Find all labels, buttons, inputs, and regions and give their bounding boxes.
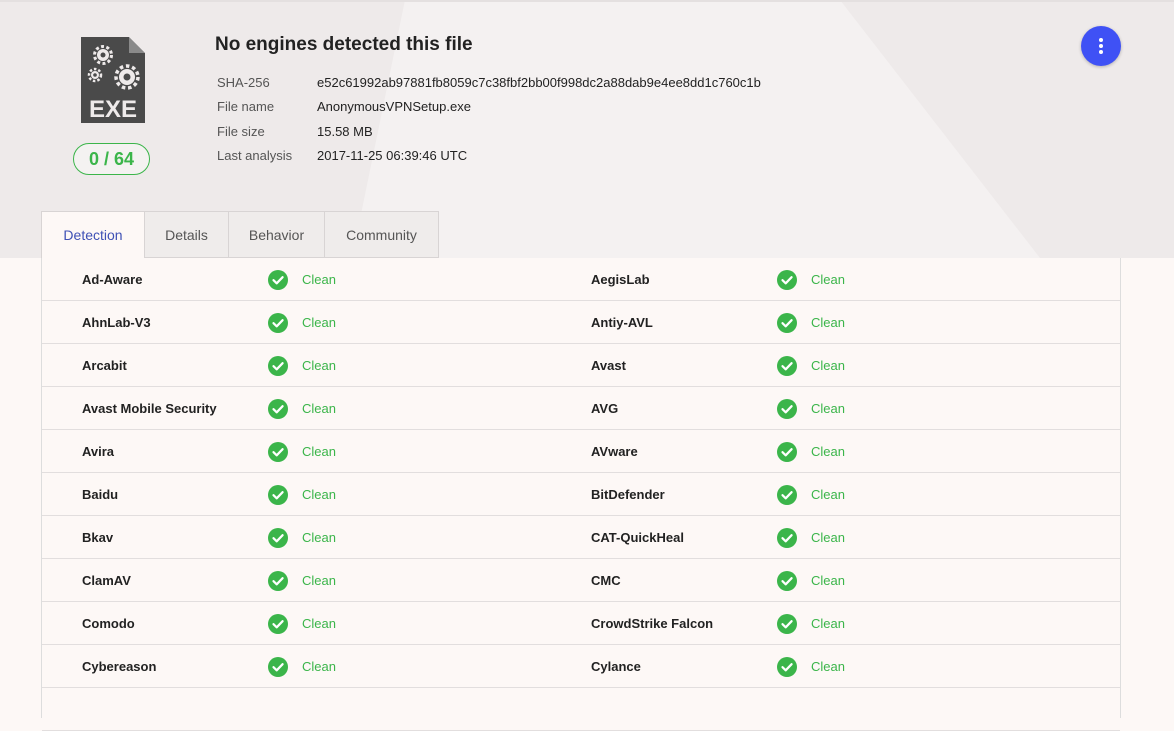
- detection-result: Clean: [811, 401, 845, 416]
- engine-name: Cybereason: [82, 659, 157, 674]
- detection-score-badge: 0 / 64: [73, 143, 150, 175]
- engine-name: Arcabit: [82, 358, 127, 373]
- top-divider: [0, 0, 1174, 2]
- detection-row: Comodo Clean CrowdStrike Falcon Clean: [42, 602, 1120, 645]
- detection-result: Clean: [811, 358, 845, 373]
- detection-row: Cybereason Clean Cylance Clean: [42, 645, 1120, 688]
- meta-row: File size 15.58 MB: [217, 119, 761, 144]
- engine-name: Ad-Aware: [82, 272, 143, 287]
- exe-file-icon: EXE: [79, 35, 147, 125]
- detection-result: Clean: [302, 573, 336, 588]
- exe-icon-label: EXE: [89, 96, 137, 123]
- meta-row: File name AnonymousVPNSetup.exe: [217, 95, 761, 120]
- kebab-menu-icon: [1099, 38, 1103, 54]
- engine-name: ClamAV: [82, 573, 131, 588]
- clean-check-icon: [268, 301, 288, 344]
- engine-name: AVware: [591, 444, 638, 459]
- detection-result: Clean: [302, 315, 336, 330]
- meta-value: e52c61992ab97881fb8059c7c38fbf2bb00f998d…: [317, 74, 761, 90]
- detection-result: Clean: [811, 315, 845, 330]
- detection-result: Clean: [302, 616, 336, 631]
- detection-row: Avira Clean AVware Clean: [42, 430, 1120, 473]
- detection-result: Clean: [811, 487, 845, 502]
- clean-check-icon: [777, 516, 797, 559]
- clean-check-icon: [777, 430, 797, 473]
- detection-row: Baidu Clean BitDefender Clean: [42, 473, 1120, 516]
- clean-check-icon: [777, 387, 797, 430]
- engine-name: Antiy-AVL: [591, 315, 653, 330]
- detection-result: Clean: [302, 444, 336, 459]
- engine-name: BitDefender: [591, 487, 665, 502]
- detection-result: Clean: [302, 272, 336, 287]
- clean-check-icon: [777, 473, 797, 516]
- engine-name: AegisLab: [591, 272, 650, 287]
- clean-check-icon: [268, 344, 288, 387]
- clean-check-icon: [268, 387, 288, 430]
- engine-name: Cylance: [591, 659, 641, 674]
- detection-table: Ad-Aware Clean AegisLab Clean AhnLab-V3 Clean…: [41, 258, 1121, 731]
- detection-result: Clean: [302, 358, 336, 373]
- tab-behavior[interactable]: Behavior: [229, 211, 325, 258]
- detection-row-partial: [42, 688, 1120, 731]
- detection-result: Clean: [811, 616, 845, 631]
- clean-check-icon: [777, 645, 797, 688]
- detection-result: Clean: [302, 659, 336, 674]
- meta-row: SHA-256 e52c61992ab97881fb8059c7c38fbf2bb…: [217, 70, 761, 95]
- detection-result: Clean: [302, 401, 336, 416]
- clean-check-icon: [268, 516, 288, 559]
- detection-result: Clean: [811, 659, 845, 674]
- clean-check-icon: [777, 344, 797, 387]
- engine-name: Comodo: [82, 616, 135, 631]
- clean-check-icon: [777, 559, 797, 602]
- engine-name: AVG: [591, 401, 619, 416]
- detection-result: Clean: [811, 573, 845, 588]
- engine-name: CAT-QuickHeal: [591, 530, 684, 545]
- clean-check-icon: [777, 602, 797, 645]
- engine-name: CMC: [591, 573, 621, 588]
- meta-key: Last analysis: [217, 148, 293, 164]
- clean-check-icon: [268, 430, 288, 473]
- detection-result: Clean: [302, 530, 336, 545]
- engine-name: Avira: [82, 444, 115, 459]
- meta-value: 15.58 MB: [317, 123, 373, 139]
- meta-key: File size: [217, 123, 265, 139]
- engine-name: Avast Mobile Security: [82, 401, 217, 416]
- more-options-button[interactable]: [1081, 26, 1121, 66]
- tab-details[interactable]: Details: [145, 211, 229, 258]
- clean-check-icon: [268, 258, 288, 301]
- file-metadata: SHA-256 e52c61992ab97881fb8059c7c38fbf2bb…: [217, 70, 761, 168]
- clean-check-icon: [777, 258, 797, 301]
- clean-check-icon: [268, 559, 288, 602]
- clean-check-icon: [268, 473, 288, 516]
- engine-name: Baidu: [82, 487, 119, 502]
- engine-name: CrowdStrike Falcon: [591, 616, 714, 631]
- clean-check-icon: [777, 301, 797, 344]
- engine-name: Bkav: [82, 530, 114, 545]
- detection-row: ClamAV Clean CMC Clean: [42, 559, 1120, 602]
- meta-row: Last analysis 2017-11-25 06:39:46 UTC: [217, 144, 761, 169]
- detection-result: Clean: [302, 487, 336, 502]
- detection-result: Clean: [811, 530, 845, 545]
- clean-check-icon: [268, 645, 288, 688]
- tab-community[interactable]: Community: [325, 211, 439, 258]
- detection-row: AhnLab-V3 Clean Antiy-AVL Clean: [42, 301, 1120, 344]
- detection-result: Clean: [811, 444, 845, 459]
- engine-name: AhnLab-V3: [82, 315, 151, 330]
- detection-row: Ad-Aware Clean AegisLab Clean: [42, 258, 1120, 301]
- meta-value: AnonymousVPNSetup.exe: [317, 99, 471, 115]
- tab-detection[interactable]: Detection: [41, 211, 145, 259]
- page-title: No engines detected this file: [215, 34, 473, 55]
- detection-row: Bkav Clean CAT-QuickHeal Clean: [42, 516, 1120, 559]
- detection-row: Avast Mobile Security Clean AVG Clean: [42, 387, 1120, 430]
- clean-check-icon: [268, 602, 288, 645]
- meta-key: SHA-256: [217, 74, 270, 90]
- detection-result: Clean: [811, 272, 845, 287]
- detection-row: Arcabit Clean Avast Clean: [42, 344, 1120, 387]
- engine-name: Avast: [591, 358, 626, 373]
- tab-bar: Detection Details Behavior Community: [41, 211, 439, 259]
- meta-value: 2017-11-25 06:39:46 UTC: [317, 148, 468, 164]
- meta-key: File name: [217, 99, 275, 115]
